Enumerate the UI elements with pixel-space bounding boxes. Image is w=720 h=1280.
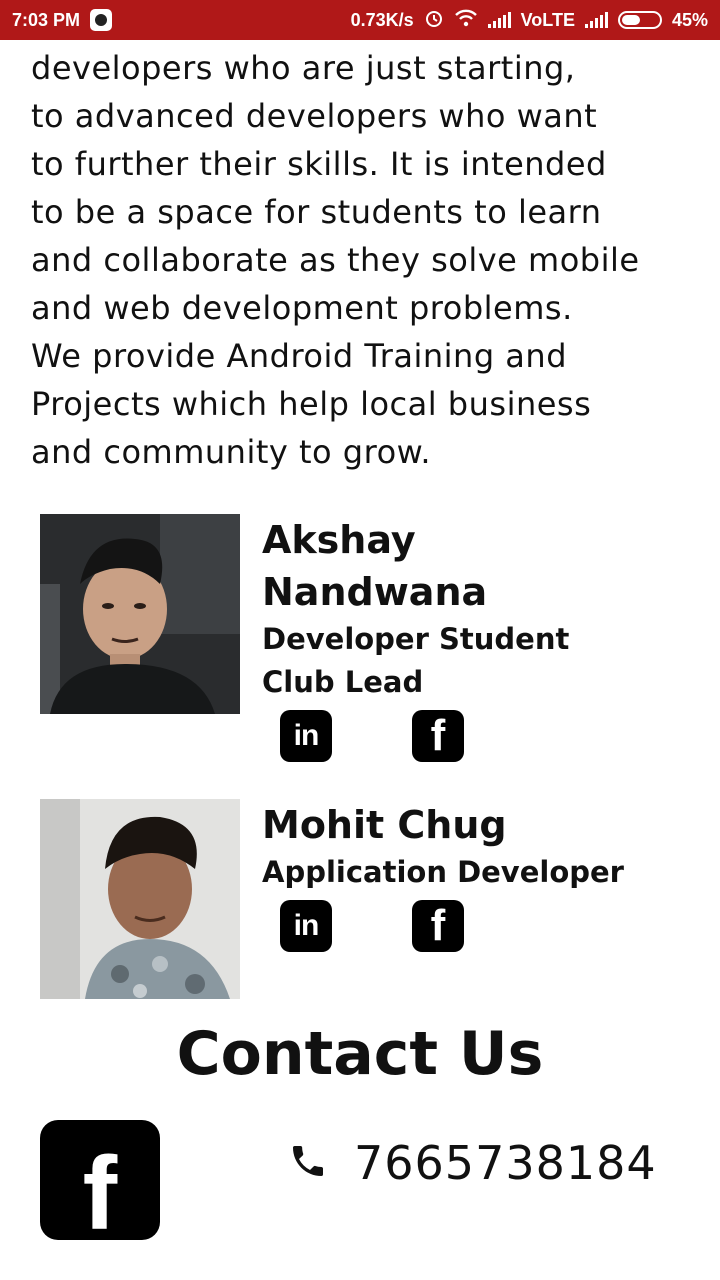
- signal-icon: [487, 12, 511, 28]
- status-bar: 7:03 PM 0.73K/s VoLTE 45%: [0, 0, 720, 40]
- about-line: to be a space for students to learn: [31, 193, 602, 231]
- phone-icon: [288, 1141, 328, 1185]
- about-paragraph: developers who are just starting, to adv…: [31, 44, 701, 476]
- about-line: Projects which help local business: [31, 385, 592, 423]
- contact-title: Contact Us: [176, 1019, 544, 1089]
- linkedin-icon[interactable]: in: [280, 900, 332, 952]
- member-role-line: Club Lead: [262, 665, 424, 699]
- team-member-card: Akshay Nandwana Developer Student Club L…: [40, 514, 569, 762]
- notification-app-icon: [90, 9, 113, 31]
- phone-number[interactable]: 7665738184: [354, 1136, 657, 1190]
- member-role: Application Developer: [262, 851, 682, 894]
- member-name-line: Mohit Chug: [262, 803, 507, 847]
- member-name: Akshay Nandwana: [262, 514, 682, 618]
- member-photo: [40, 799, 240, 999]
- about-line: to further their skills. It is intended: [31, 145, 607, 183]
- about-line: and community to grow.: [31, 433, 432, 471]
- team-member-card: Mohit Chug Application Developer in f: [40, 799, 624, 999]
- member-role: Developer Student Club Lead: [262, 618, 682, 704]
- about-line: to advanced developers who want: [31, 97, 598, 135]
- facebook-icon[interactable]: f: [412, 710, 464, 762]
- member-name-line: Nandwana: [262, 570, 488, 614]
- member-social-links: in f: [280, 710, 682, 762]
- wifi-icon: [454, 9, 478, 32]
- member-photo: [40, 514, 240, 714]
- battery-icon: [617, 11, 662, 29]
- signal-icon-2: [584, 12, 608, 28]
- member-role-line: Developer Student: [262, 622, 570, 656]
- network-type: VoLTE: [520, 9, 575, 30]
- status-time: 7:03 PM: [12, 9, 81, 30]
- phone-contact[interactable]: 7665738184: [288, 1136, 657, 1190]
- alarm-icon: [424, 8, 444, 33]
- linkedin-icon[interactable]: in: [280, 710, 332, 762]
- member-role-line: Application Developer: [262, 855, 624, 889]
- about-line: developers who are just starting,: [31, 49, 576, 87]
- about-line: and web development problems.: [31, 289, 573, 327]
- facebook-icon[interactable]: f: [412, 900, 464, 952]
- network-speed: 0.73K/s: [350, 9, 414, 30]
- member-name-line: Akshay: [262, 518, 416, 562]
- about-line: We provide Android Training and: [31, 337, 567, 375]
- about-line: and collaborate as they solve mobile: [31, 241, 640, 279]
- member-name: Mohit Chug: [262, 799, 682, 851]
- facebook-icon[interactable]: f: [40, 1120, 160, 1246]
- member-social-links: in f: [280, 900, 682, 952]
- battery-level: 45%: [671, 9, 708, 30]
